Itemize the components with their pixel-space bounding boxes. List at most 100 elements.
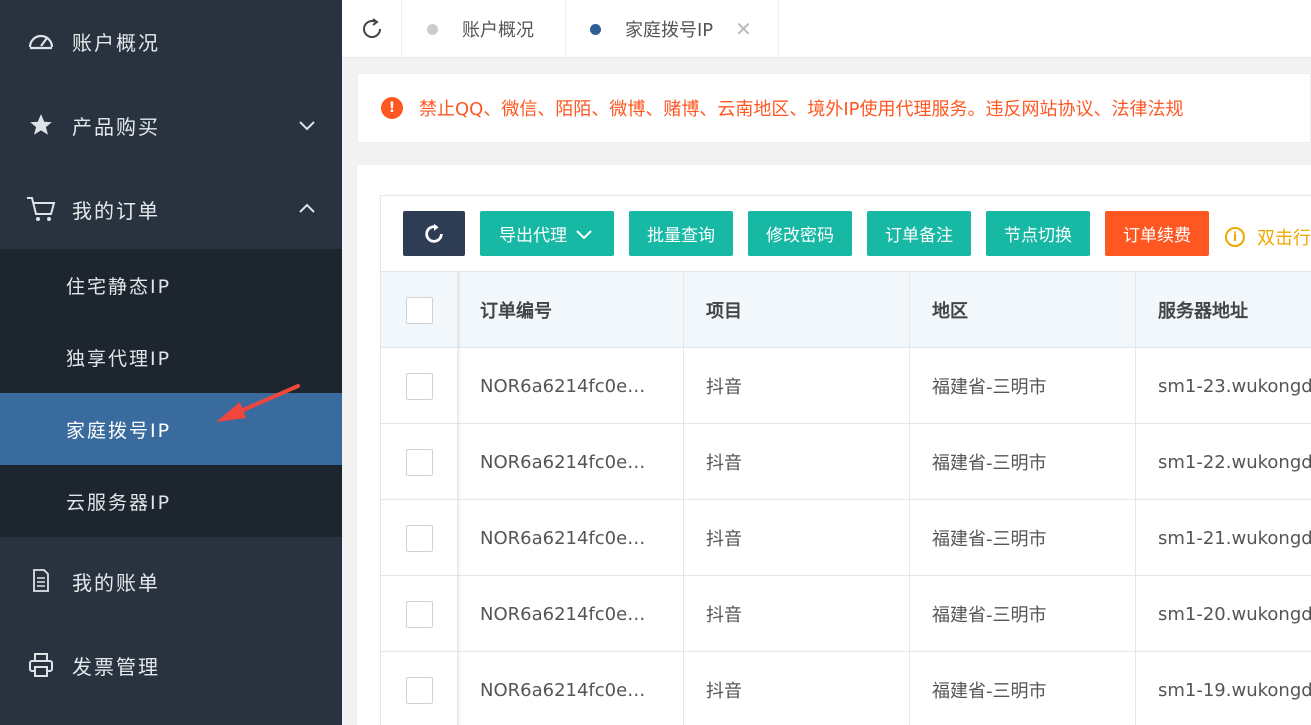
row-checkbox[interactable] xyxy=(405,448,433,476)
batch-query-button[interactable]: 批量查询 xyxy=(629,211,733,256)
sidebar-subitem-dedicated-proxy-ip[interactable]: 独享代理IP xyxy=(0,321,342,393)
cell-text: sm1-23.wukongd xyxy=(1158,375,1311,397)
info-icon: i xyxy=(1225,227,1245,247)
table-header: 订单编号 项目 地区 服务器地址 xyxy=(381,272,1311,348)
cart-icon xyxy=(26,194,56,224)
tab-home-dialup-ip[interactable]: 家庭拨号IP ✕ xyxy=(566,0,779,58)
tab-bar: 账户概况 家庭拨号IP ✕ xyxy=(342,0,1311,58)
header-label: 地区 xyxy=(932,301,968,322)
sidebar-subitem-label: 独享代理IP xyxy=(66,347,172,370)
cell-order-number: NOR6a6214fc0e… xyxy=(458,500,684,576)
header-project[interactable]: 项目 xyxy=(684,272,910,348)
sidebar-subitem-home-dialup-ip[interactable]: 家庭拨号IP xyxy=(0,393,342,465)
sidebar-item-my-orders[interactable]: 我的订单 xyxy=(0,168,342,250)
row-checkbox-cell xyxy=(381,576,458,652)
header-server-address[interactable]: 服务器地址 xyxy=(1136,272,1311,348)
table-row[interactable]: NOR6a6214fc0e… 抖音 福建省-三明市 sm1-21.wukongd xyxy=(381,500,1311,576)
refresh-icon xyxy=(362,18,381,38)
sidebar: 账户概况 产品购买 我的订单 住宅静态IP 独享代理IP 家庭拨号IP 云服务器… xyxy=(0,0,342,725)
row-checkbox[interactable] xyxy=(405,524,433,552)
cell-server-address: sm1-19.wukongd xyxy=(1136,652,1311,725)
row-checkbox-cell xyxy=(381,348,458,424)
cell-order-number: NOR6a6214fc0e… xyxy=(458,576,684,652)
sidebar-item-label: 我的订单 xyxy=(72,198,160,223)
export-proxy-button[interactable]: 导出代理 xyxy=(480,211,614,256)
cell-project: 抖音 xyxy=(684,652,910,725)
sidebar-item-invoice-management[interactable]: 发票管理 xyxy=(0,624,342,706)
cell-order-number: NOR6a6214fc0e… xyxy=(458,348,684,424)
refresh-page-button[interactable] xyxy=(342,0,402,58)
cell-region: 福建省-三明市 xyxy=(910,348,1136,424)
button-label: 导出代理 xyxy=(499,226,567,246)
table-row[interactable]: NOR6a6214fc0e… 抖音 福建省-三明市 sm1-19.wukongd xyxy=(381,652,1311,725)
table-row[interactable]: NOR6a6214fc0e… 抖音 福建省-三明市 sm1-20.wukongd xyxy=(381,576,1311,652)
row-checkbox-cell xyxy=(381,500,458,576)
sidebar-item-label: 账户概况 xyxy=(72,30,160,55)
cell-region: 福建省-三明市 xyxy=(910,652,1136,725)
cell-text: NOR6a6214fc0e… xyxy=(480,451,646,473)
close-icon[interactable]: ✕ xyxy=(735,17,752,41)
cell-region: 福建省-三明市 xyxy=(910,500,1136,576)
sidebar-item-label: 发票管理 xyxy=(72,654,160,679)
alert-icon: ! xyxy=(381,97,403,119)
cell-text: 抖音 xyxy=(706,377,742,398)
notice-banner: ! 禁止QQ、微信、陌陌、微博、赌博、云南地区、境外IP使用代理服务。违反网站协… xyxy=(357,73,1311,143)
order-note-button[interactable]: 订单备注 xyxy=(867,211,971,256)
star-icon xyxy=(26,110,56,140)
row-checkbox[interactable] xyxy=(405,372,433,400)
header-checkbox-cell xyxy=(381,272,458,348)
sidebar-subitem-cloud-server-ip[interactable]: 云服务器IP xyxy=(0,465,342,537)
tip-text: 双击行 xyxy=(1257,228,1311,249)
tab-label: 账户概况 xyxy=(462,20,534,41)
row-checkbox-cell xyxy=(381,652,458,725)
header-label: 订单编号 xyxy=(480,301,552,322)
cell-server-address: sm1-21.wukongd xyxy=(1136,500,1311,576)
double-click-tip: i 双击行 xyxy=(1225,224,1311,250)
sidebar-item-product-purchase[interactable]: 产品购买 xyxy=(0,84,342,166)
refresh-icon xyxy=(425,223,443,243)
sidebar-subitem-label: 家庭拨号IP xyxy=(66,419,172,442)
sidebar-item-account-overview[interactable]: 账户概况 xyxy=(0,0,342,82)
cell-server-address: sm1-20.wukongd xyxy=(1136,576,1311,652)
table-row[interactable]: NOR6a6214fc0e… 抖音 福建省-三明市 sm1-22.wukongd xyxy=(381,424,1311,500)
sidebar-item-label: 产品购买 xyxy=(72,114,160,139)
cell-project: 抖音 xyxy=(684,424,910,500)
sidebar-item-label: 我的账单 xyxy=(72,570,160,595)
header-order-number[interactable]: 订单编号 xyxy=(458,272,684,348)
cell-region: 福建省-三明市 xyxy=(910,576,1136,652)
tab-label: 家庭拨号IP xyxy=(625,20,714,41)
dashboard-icon xyxy=(26,26,56,56)
header-label: 项目 xyxy=(706,301,742,322)
cell-text: sm1-22.wukongd xyxy=(1158,451,1311,473)
cell-text: 福建省-三明市 xyxy=(932,605,1047,626)
cell-server-address: sm1-22.wukongd xyxy=(1136,424,1311,500)
table-toolbar: 导出代理 批量查询 修改密码 订单备注 节点切换 订单续费 i 双击行 xyxy=(381,196,1311,272)
cell-server-address: sm1-23.wukongd xyxy=(1136,348,1311,424)
cell-text: 福建省-三明市 xyxy=(932,681,1047,702)
sidebar-subitem-residential-static-ip[interactable]: 住宅静态IP xyxy=(0,249,342,321)
change-password-button[interactable]: 修改密码 xyxy=(748,211,852,256)
select-all-checkbox[interactable] xyxy=(405,296,433,324)
row-checkbox[interactable] xyxy=(405,676,433,704)
cell-project: 抖音 xyxy=(684,576,910,652)
cell-project: 抖音 xyxy=(684,500,910,576)
renew-order-button[interactable]: 订单续费 xyxy=(1105,211,1209,256)
tab-dot-icon xyxy=(427,23,438,35)
sidebar-item-my-bills[interactable]: 我的账单 xyxy=(0,540,342,622)
cell-project: 抖音 xyxy=(684,348,910,424)
cell-text: 抖音 xyxy=(706,529,742,550)
table-row[interactable]: NOR6a6214fc0e… 抖音 福建省-三明市 sm1-23.wukongd xyxy=(381,348,1311,424)
tab-account-overview[interactable]: 账户概况 xyxy=(403,0,566,58)
document-icon xyxy=(26,566,56,596)
cell-text: sm1-20.wukongd xyxy=(1158,603,1311,625)
node-switch-button[interactable]: 节点切换 xyxy=(986,211,1090,256)
cell-text: NOR6a6214fc0e… xyxy=(480,375,646,397)
cell-text: 抖音 xyxy=(706,681,742,702)
orders-card: 导出代理 批量查询 修改密码 订单备注 节点切换 订单续费 i 双击行 订单编号… xyxy=(357,165,1311,725)
header-region[interactable]: 地区 xyxy=(910,272,1136,348)
row-checkbox[interactable] xyxy=(405,600,433,628)
refresh-table-button[interactable] xyxy=(403,211,465,256)
header-label: 服务器地址 xyxy=(1158,301,1248,322)
cell-order-number: NOR6a6214fc0e… xyxy=(458,652,684,725)
chevron-down-icon xyxy=(296,114,318,136)
